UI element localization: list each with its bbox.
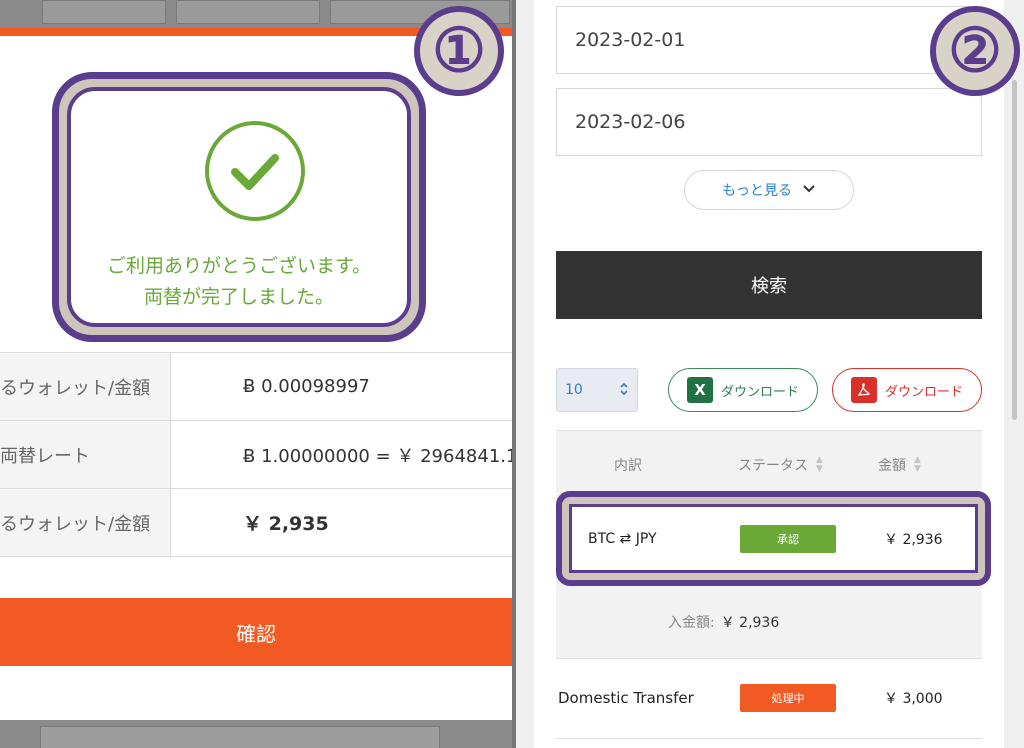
excel-download-button[interactable]: X ダウンロード (668, 368, 818, 412)
row-amount: ￥ 3,000 (884, 691, 943, 707)
success-highlight-frame: ご利用ありがとうございます。 両替が完了しました。 (52, 72, 426, 342)
pdf-download-label: ダウンロード (884, 384, 963, 400)
background-footer (0, 720, 512, 748)
detail-row-rate: 両替レート Ƀ 1.00000000 = ￥ 2964841.19 (0, 420, 512, 489)
success-message: ご利用ありがとうございます。 両替が完了しました。 (71, 251, 407, 313)
page-size-value: 10 (565, 382, 583, 398)
table-row[interactable]: Domestic Transfer 処理中 ￥ 3,000 (556, 664, 982, 732)
select-arrows-icon (619, 382, 629, 398)
background-select (42, 0, 166, 24)
table-row[interactable]: BTC ⇄ JPY 承認 ￥ 2,936 (569, 504, 978, 573)
highlighted-row-frame: BTC ⇄ JPY 承認 ￥ 2,936 (556, 491, 991, 586)
status-badge: 承認 (740, 525, 836, 553)
row-detail: BTC ⇄ JPY (588, 530, 657, 547)
history-table-header: 内訳 ステータス ▲ ▼ 金額 ▲ ▼ (556, 430, 982, 498)
check-circle-icon (205, 121, 305, 221)
row-divider (556, 738, 982, 739)
success-box: ご利用ありがとうございます。 両替が完了しました。 (67, 87, 411, 327)
date-from-input[interactable]: 2023-02-01 (556, 6, 982, 74)
background-select (176, 0, 320, 24)
excel-download-label: ダウンロード (720, 384, 799, 400)
detail-label: るウォレット/金額 (0, 513, 151, 535)
show-more-button[interactable]: もっと見る (684, 170, 854, 210)
detail-label: るウォレット/金額 (0, 377, 151, 399)
history-content: 2023-02-01 2023-02-06 もっと見る 検索 10 X ダウンロ… (534, 0, 1004, 748)
success-message-line1: ご利用ありがとうございます。 (106, 255, 372, 277)
sort-icon: ▲ ▼ (914, 455, 921, 474)
detail-row-destination: るウォレット/金額 ￥ 2,935 (0, 488, 512, 557)
show-more-label: もっと見る (722, 183, 792, 199)
scrollbar[interactable] (1012, 80, 1017, 420)
transaction-history-panel: 2023-02-01 2023-02-06 もっと見る 検索 10 X ダウンロ… (516, 0, 1024, 748)
exchange-complete-panel: ご利用ありがとうございます。 両替が完了しました。 るウォレット/金額 Ƀ 0.… (0, 0, 512, 748)
column-header-detail: 内訳 (614, 458, 642, 474)
column-header-status[interactable]: ステータス ▲ ▼ (738, 431, 823, 499)
background-input (40, 726, 440, 748)
detail-value: ￥ 2,935 (170, 488, 512, 557)
date-to-input[interactable]: 2023-02-06 (556, 88, 982, 156)
exchange-details-table: るウォレット/金額 Ƀ 0.00098997 両替レート Ƀ 1.0000000… (0, 352, 512, 557)
row-divider (556, 658, 982, 659)
row-amount: ￥ 2,936 (884, 531, 943, 548)
column-header-amount[interactable]: 金額 ▲ ▼ (878, 431, 921, 499)
page-size-select[interactable]: 10 (556, 368, 638, 412)
step-badge-2: ② (930, 6, 1020, 96)
search-button[interactable]: 検索 (556, 251, 982, 319)
success-message-line2: 両替が完了しました。 (143, 286, 334, 308)
pdf-icon (850, 377, 877, 403)
deposit-label: 入金額: (668, 615, 715, 631)
detail-value: Ƀ 1.00000000 = ￥ 2964841.19 (170, 420, 512, 489)
detail-label: 両替レート (0, 445, 90, 467)
chevron-down-icon (802, 183, 816, 198)
detail-value: Ƀ 0.00098997 (170, 352, 512, 421)
confirm-button[interactable]: 確認 (0, 598, 512, 666)
detail-row-source: るウォレット/金額 Ƀ 0.00098997 (0, 352, 512, 421)
sort-icon: ▲ ▼ (816, 455, 823, 474)
status-badge: 処理中 (740, 684, 836, 712)
excel-icon: X (686, 377, 713, 403)
row-detail: Domestic Transfer (558, 689, 694, 707)
pdf-download-button[interactable]: ダウンロード (832, 368, 982, 412)
step-badge-1: ① (414, 6, 504, 96)
deposit-amount: ￥ 2,936 (720, 615, 780, 631)
deposit-detail-line: 入金額: ￥ 2,936 (556, 586, 982, 658)
